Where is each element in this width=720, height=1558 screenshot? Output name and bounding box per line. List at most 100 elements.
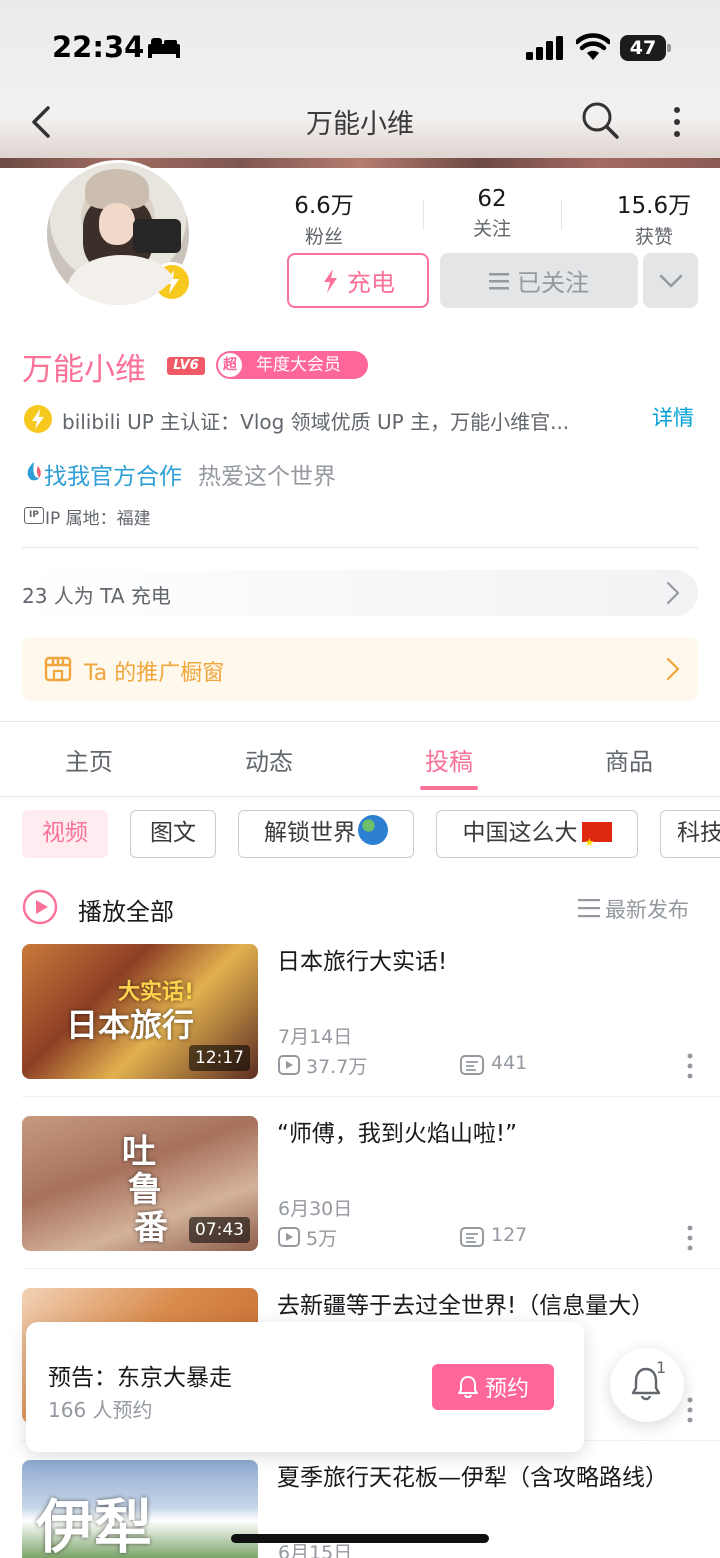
details-link[interactable]: 详情 xyxy=(652,402,694,432)
level-badge: LV6 xyxy=(167,357,205,375)
chip-unlock-world[interactable]: 解锁世界 xyxy=(238,810,414,858)
live-reservation-card[interactable]: 预告：东京大暴走 166 人预约 预约 xyxy=(26,1322,584,1452)
likes-label: 获赞 xyxy=(634,226,673,248)
wifi-icon xyxy=(576,33,610,60)
reservation-bell-button[interactable]: 1 xyxy=(610,1348,684,1422)
video-date: 6月30日 xyxy=(278,1198,353,1220)
play-all-icon[interactable] xyxy=(22,889,58,925)
thumb-caption: 伊犁 xyxy=(36,1493,153,1558)
thumb-caption: 番 xyxy=(134,1208,168,1248)
official-cooperation-link[interactable]: 找我官方合作 xyxy=(44,457,182,491)
chip-tech-label: 科技 xyxy=(677,820,720,846)
likes-count: 15.6万 xyxy=(616,193,692,219)
video-title: 夏季旅行天花板—伊犁（含攻略路线） xyxy=(277,1465,668,1491)
storefront-icon xyxy=(44,656,72,682)
play-all-label[interactable]: 播放全部 xyxy=(78,892,174,927)
charge-supporters-text: 23 人为 TA 充电 xyxy=(22,584,171,608)
chip-unlock-world-label: 解锁世界 xyxy=(264,820,356,846)
tab-uploads[interactable]: 投稿 xyxy=(369,742,529,777)
video-date: 7月14日 xyxy=(278,1026,353,1048)
tab-dynamics[interactable]: 动态 xyxy=(189,742,349,777)
sort-lines-icon xyxy=(578,899,600,918)
danmaku-count-icon xyxy=(460,1055,484,1075)
following-label: 关注 xyxy=(472,218,511,240)
video-item[interactable]: 大实话! 日本旅行 12:17 日本旅行大实话! 7月14日 37.7万 441 xyxy=(0,944,720,1116)
danmaku-count-icon xyxy=(460,1227,484,1247)
active-tab-indicator xyxy=(420,786,478,790)
chip-china-label: 中国这么大 xyxy=(462,820,578,846)
video-title: 去新疆等于去过全世界!（信息量大） xyxy=(277,1293,655,1319)
search-icon[interactable] xyxy=(580,100,620,140)
chip-video[interactable]: 视频 xyxy=(22,810,108,858)
chevron-right-icon xyxy=(666,581,680,605)
video-duration: 12:17 xyxy=(189,1045,250,1071)
charge-label: 充电 xyxy=(347,269,395,297)
video-title: “师傅，我到火焰山啦!” xyxy=(277,1121,518,1147)
vip-super-icon: 超 xyxy=(218,353,242,377)
cellular-signal-icon xyxy=(526,36,563,60)
play-count-icon xyxy=(278,1227,300,1247)
more-vertical-icon[interactable] xyxy=(684,1052,696,1080)
video-thumbnail[interactable]: 大实话! 日本旅行 12:17 xyxy=(22,944,258,1079)
home-indicator[interactable] xyxy=(231,1534,489,1543)
play-count-icon xyxy=(278,1055,300,1075)
divider xyxy=(22,1268,720,1269)
danmaku-count: 127 xyxy=(491,1224,528,1246)
bell-icon xyxy=(457,1376,478,1399)
sleep-mode-icon xyxy=(148,38,180,58)
followed-button[interactable]: 已关注 xyxy=(440,253,638,308)
menu-lines-icon xyxy=(489,272,509,289)
tab-products[interactable]: 商品 xyxy=(549,742,709,777)
cooperation-logo-icon xyxy=(27,462,41,481)
chip-articles[interactable]: 图文 xyxy=(130,810,216,858)
video-thumbnail[interactable]: 伊犁 xyxy=(22,1460,258,1558)
lightning-icon xyxy=(324,268,337,293)
more-vertical-icon[interactable] xyxy=(684,1396,696,1424)
chip-china[interactable]: 中国这么大 xyxy=(436,810,638,858)
reserve-button[interactable]: 预约 xyxy=(432,1364,554,1410)
video-item[interactable]: 伊犁 夏季旅行天花板—伊犁（含攻略路线） 6月15日 xyxy=(0,1460,720,1558)
view-count: 37.7万 xyxy=(306,1056,368,1078)
chip-articles-label: 图文 xyxy=(150,820,196,846)
divider xyxy=(0,721,720,722)
promo-showcase-row[interactable]: Ta 的推广橱窗 xyxy=(22,637,698,701)
video-thumbnail[interactable]: 吐 鲁 番 07:43 xyxy=(22,1116,258,1251)
stat-fans[interactable]: 6.6万 粉丝 xyxy=(254,186,394,249)
followed-label: 已关注 xyxy=(517,269,589,297)
reserve-label: 预约 xyxy=(484,1377,529,1402)
chevron-down-icon xyxy=(659,274,682,287)
more-vertical-icon[interactable] xyxy=(684,1224,696,1252)
vip-label: 年度大会员 xyxy=(256,355,341,375)
category-chips: 视频 图文 解锁世界 中国这么大 科技 xyxy=(22,810,720,858)
tab-home[interactable]: 主页 xyxy=(9,742,169,777)
reservation-count: 166 人预约 xyxy=(48,1398,153,1422)
verification-text: bilibili UP 主认证：Vlog 领域优质 UP 主，万能小维官... xyxy=(62,410,570,434)
username: 万能小维 xyxy=(22,352,146,388)
sort-latest[interactable]: 最新发布 xyxy=(605,894,689,924)
vip-badge[interactable]: 超 年度大会员 xyxy=(216,351,368,379)
divider xyxy=(561,200,562,230)
charge-button[interactable]: 充电 xyxy=(287,253,429,308)
view-count: 5万 xyxy=(306,1228,338,1250)
divider xyxy=(0,796,720,797)
danmaku-count: 441 xyxy=(491,1052,528,1074)
more-options-icon[interactable] xyxy=(666,104,688,140)
china-flag-icon xyxy=(581,820,612,858)
stat-likes[interactable]: 15.6万 获赞 xyxy=(584,186,720,249)
ip-location: IP 属地：福建 xyxy=(45,509,151,529)
video-item[interactable]: 吐 鲁 番 07:43 “师傅，我到火焰山啦!” 6月30日 5万 127 xyxy=(0,1116,720,1288)
following-count: 62 xyxy=(477,186,507,212)
thumb-caption: 日本旅行 xyxy=(66,1006,195,1044)
chevron-right-icon xyxy=(666,657,680,681)
fans-count: 6.6万 xyxy=(294,193,354,219)
chip-tech[interactable]: 科技 xyxy=(660,810,720,858)
battery-level: 47 xyxy=(629,37,657,59)
avatar[interactable] xyxy=(44,160,192,308)
recommend-dropdown-button[interactable] xyxy=(643,253,698,308)
divider xyxy=(22,547,698,548)
charge-supporters-row[interactable]: 23 人为 TA 充电 xyxy=(22,570,698,616)
chip-video-label: 视频 xyxy=(42,820,88,846)
globe-icon xyxy=(358,815,388,845)
stat-following[interactable]: 62 关注 xyxy=(422,186,562,241)
bell-count: 1 xyxy=(656,1358,667,1377)
